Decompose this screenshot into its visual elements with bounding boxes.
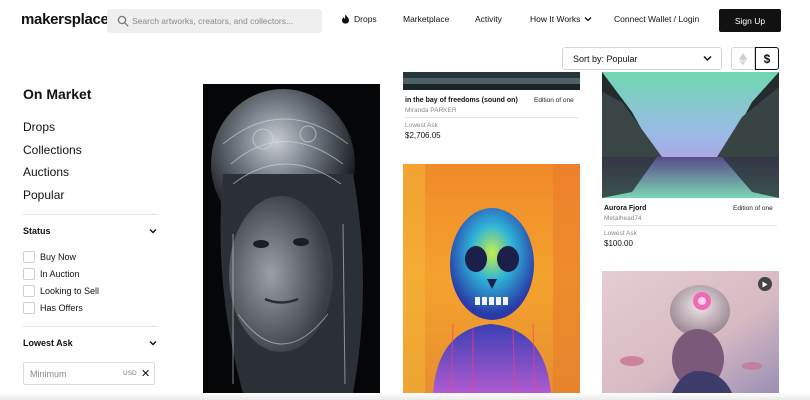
artwork-image-aurora-fjord[interactable] xyxy=(602,72,779,198)
nav-drops-label: Drops xyxy=(354,14,377,24)
artwork-image-skull[interactable] xyxy=(403,164,580,393)
nav-how-it-works[interactable]: How It Works xyxy=(530,14,592,24)
nav-marketplace[interactable]: Marketplace xyxy=(403,14,449,24)
nav-how-label: How It Works xyxy=(530,14,581,24)
connect-wallet-link[interactable]: Connect Wallet / Login xyxy=(614,14,699,24)
status-option-label: Looking to Sell xyxy=(40,286,100,296)
sidebar-link-collections[interactable]: Collections xyxy=(23,143,82,157)
divider xyxy=(604,225,777,226)
chevron-down-icon xyxy=(149,341,157,346)
ethereum-icon xyxy=(739,52,747,65)
artwork-creator[interactable]: Metalhead74 xyxy=(604,215,642,222)
chevron-down-icon xyxy=(149,229,157,234)
search-input[interactable] xyxy=(132,9,317,33)
divider xyxy=(23,214,157,215)
sidebar-link-drops[interactable]: Drops xyxy=(23,120,55,134)
artwork-cyborg-portrait xyxy=(203,84,380,393)
minimum-price-input[interactable] xyxy=(30,363,115,384)
artwork-image-diver[interactable] xyxy=(602,271,779,393)
checkbox[interactable] xyxy=(23,251,35,263)
minimum-price-field[interactable]: USD ✕ xyxy=(23,362,155,385)
lowest-ask-filter-header[interactable]: Lowest Ask xyxy=(23,338,157,348)
sidebar-link-popular[interactable]: Popular xyxy=(23,188,64,202)
artwork-title[interactable]: in the bay of freedoms (sound on) xyxy=(405,97,518,104)
sort-label: Sort by: Popular xyxy=(573,53,638,64)
sidebar-title: On Market xyxy=(23,86,92,102)
makersplace-logo[interactable]: makersplace xyxy=(21,11,109,28)
bottom-shadow xyxy=(0,393,810,400)
status-option-buy-now[interactable]: Buy Now xyxy=(23,251,76,263)
divider xyxy=(23,326,157,327)
artwork-creator[interactable]: Miranda PARKER xyxy=(405,107,457,114)
top-nav: makersplace Drops Marketplace Activity H… xyxy=(0,0,810,42)
status-option-has-offers[interactable]: Has Offers xyxy=(23,302,83,314)
chevron-down-icon xyxy=(584,17,592,22)
divider xyxy=(405,117,578,118)
status-filter-header[interactable]: Status xyxy=(23,226,157,236)
video-play-icon[interactable] xyxy=(758,277,772,291)
artwork-aurora-fjord-landscape xyxy=(602,72,779,198)
currency-usd-toggle[interactable]: $ xyxy=(755,47,779,70)
search-bar[interactable] xyxy=(107,9,322,33)
lowest-ask-price: $100.00 xyxy=(604,239,633,248)
lowest-ask-heading: Lowest Ask xyxy=(23,338,73,348)
sidebar-link-auctions[interactable]: Auctions xyxy=(23,165,69,179)
artwork-skull-painting xyxy=(403,164,580,393)
artwork-title[interactable]: Aurora Fjord xyxy=(604,205,646,212)
nav-drops[interactable]: Drops xyxy=(341,14,377,24)
sign-up-button[interactable]: Sign Up xyxy=(719,9,781,32)
artwork-edition: Edition of one xyxy=(534,97,574,104)
checkbox[interactable] xyxy=(23,302,35,314)
search-icon xyxy=(117,15,129,27)
sort-dropdown[interactable]: Sort by: Popular xyxy=(562,47,722,70)
status-option-in-auction[interactable]: In Auction xyxy=(23,268,80,280)
artwork-diver-portrait xyxy=(602,271,779,393)
currency-unit-label: USD xyxy=(123,370,137,377)
checkbox[interactable] xyxy=(23,285,35,297)
status-option-label: Buy Now xyxy=(40,252,77,262)
lowest-ask-label: Lowest Ask xyxy=(405,122,438,129)
nav-activity[interactable]: Activity xyxy=(475,14,502,24)
status-option-label: Has Offers xyxy=(40,303,83,313)
lowest-ask-price: $2,706.05 xyxy=(405,131,441,140)
close-icon[interactable]: ✕ xyxy=(141,367,150,380)
artwork-image-cyborg[interactable] xyxy=(203,84,380,393)
artwork-edition: Edition of one xyxy=(733,205,773,212)
artwork-bay-landscape xyxy=(403,72,580,90)
lowest-ask-label: Lowest Ask xyxy=(604,230,637,237)
status-heading: Status xyxy=(23,226,51,236)
chevron-down-icon xyxy=(703,55,712,62)
checkbox[interactable] xyxy=(23,268,35,280)
artwork-image-bay[interactable] xyxy=(403,72,580,90)
currency-eth-toggle[interactable] xyxy=(731,47,755,70)
play-icon xyxy=(762,281,768,287)
status-option-label: In Auction xyxy=(40,269,80,279)
status-option-looking-to-sell[interactable]: Looking to Sell xyxy=(23,285,99,297)
flame-icon xyxy=(342,14,349,24)
